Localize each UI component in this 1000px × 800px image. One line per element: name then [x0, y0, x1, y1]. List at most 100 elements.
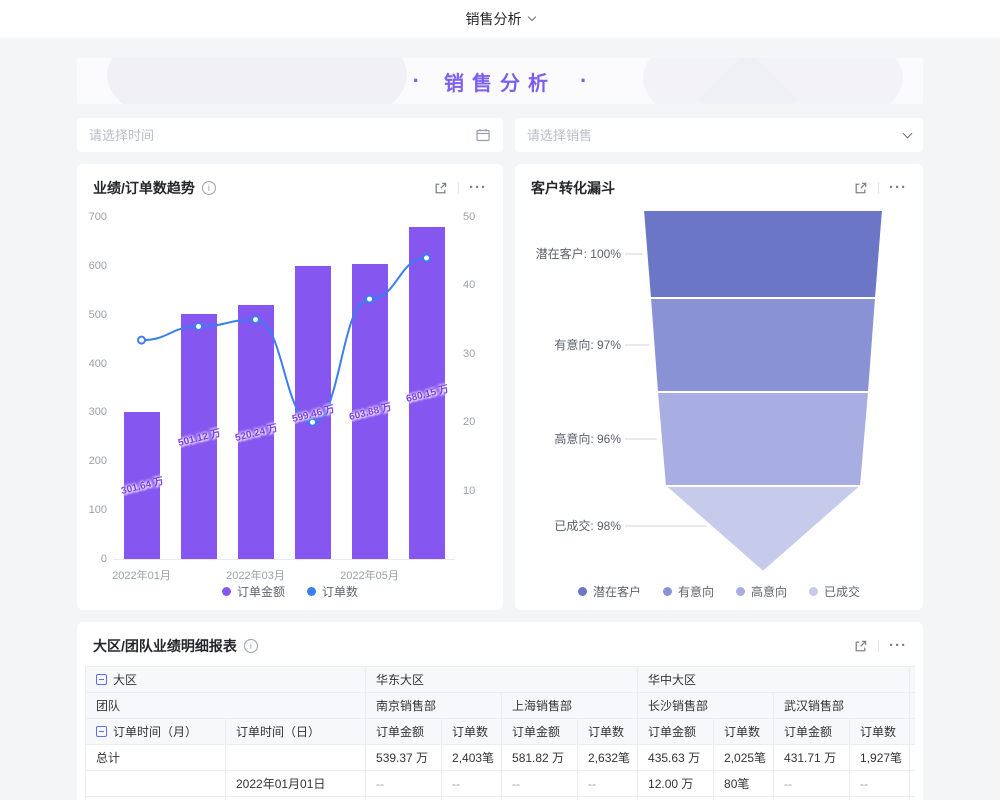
team-header: 武汉销售部 — [774, 693, 910, 719]
x-axis-tick: 2022年03月 — [206, 567, 306, 583]
trend-chart: 01002003004005006007001020304050301.64 万… — [77, 204, 503, 610]
metric-header: 订单金额 — [638, 719, 714, 745]
value-cell: -- — [850, 797, 910, 800]
info-icon[interactable] — [202, 181, 216, 195]
line-path — [142, 258, 427, 422]
info-icon[interactable] — [244, 639, 258, 653]
funnel-segment[interactable] — [643, 210, 883, 298]
value-cell: 12.00 万 — [638, 771, 714, 797]
value-cell: -- — [578, 797, 638, 800]
legend-label: 订单数 — [322, 583, 358, 600]
divider — [878, 182, 879, 194]
team-corner-cell: 团队 — [86, 693, 366, 719]
line-marker — [195, 323, 202, 330]
value-cell: 486.07 万 — [910, 745, 915, 771]
table-card-title: 大区/团队业绩明细报表 — [93, 636, 237, 656]
table-card-header: 大区/团队业绩明细报表 — [77, 622, 923, 656]
export-icon[interactable] — [853, 639, 868, 654]
legend-dot — [307, 587, 316, 596]
value-cell: -- — [502, 771, 578, 797]
month-corner-cell: 订单时间（月） — [86, 719, 226, 745]
x-axis-tick: 2022年05月 — [320, 567, 420, 583]
card-actions — [853, 181, 907, 196]
region-header: 华东大区 — [366, 667, 638, 693]
value-cell: 581.82 万 — [502, 745, 578, 771]
legend-label: 订单金额 — [237, 583, 285, 600]
metric-header: 订单数 — [850, 719, 910, 745]
collapse-icon[interactable] — [96, 674, 107, 685]
collapse-icon[interactable] — [96, 726, 107, 737]
legend-item[interactable]: 有意向 — [663, 583, 714, 600]
metric-header: 订单金额 — [910, 719, 915, 745]
topbar: 销售分析 — [0, 0, 1000, 38]
table-row: 2022年01月02日--------22.05 万90笔------ — [86, 797, 916, 800]
banner-dot: · — [580, 68, 587, 94]
metric-header: 订单金额 — [366, 719, 442, 745]
value-cell: 11.07 万 — [910, 771, 915, 797]
value-cell: 22.05 万 — [638, 797, 714, 800]
value-cell: -- — [442, 771, 502, 797]
more-icon[interactable] — [889, 183, 907, 193]
more-icon[interactable] — [469, 183, 487, 193]
funnel-stage-label: 已成交: 98% — [554, 518, 621, 533]
topbar-title: 销售分析 — [466, 9, 522, 29]
legend-item[interactable]: 订单数 — [307, 583, 358, 600]
region-header: 华北大区 — [910, 667, 915, 693]
region-corner-cell: 大区 — [86, 667, 366, 693]
divider — [458, 182, 459, 194]
legend-label: 有意向 — [678, 583, 714, 600]
region-header-row: 大区华东大区华中大区华北大区 — [86, 667, 916, 693]
legend-item[interactable]: 已成交 — [809, 583, 860, 600]
metric-header: 订单数 — [578, 719, 638, 745]
chevron-down-icon — [527, 13, 535, 21]
time-filter[interactable] — [77, 118, 503, 152]
region-header: 华中大区 — [638, 667, 910, 693]
legend-dot — [809, 587, 818, 596]
dashboard-switcher[interactable]: 销售分析 — [466, 9, 535, 29]
metric-header: 订单金额 — [774, 719, 850, 745]
legend-label: 高意向 — [751, 583, 787, 600]
funnel-svg: 潜在客户: 100%有意向: 97%高意向: 96%已成交: 98% — [531, 204, 907, 580]
export-icon[interactable] — [853, 181, 868, 196]
value-cell: 431.71 万 — [774, 745, 850, 771]
funnel-legend: 潜在客户 有意向 高意向 已成交 — [515, 583, 923, 600]
line-marker — [138, 337, 145, 344]
value-cell: -- — [910, 797, 915, 800]
month-cell — [86, 771, 226, 797]
export-icon[interactable] — [433, 181, 448, 196]
trend-card-header: 业绩/订单数趋势 — [77, 164, 503, 198]
pivot-table: 大区华东大区华中大区华北大区团队南京销售部上海销售部长沙销售部武汉销售部青岛销售… — [85, 666, 915, 800]
metric-header: 订单数 — [442, 719, 502, 745]
funnel-segment[interactable] — [657, 392, 869, 486]
page-title: 销售分析 — [444, 67, 556, 96]
legend-item[interactable]: 订单金额 — [222, 583, 285, 600]
table-row: 2022年01月01日--------12.00 万80笔----11.07 万 — [86, 771, 916, 797]
calendar-icon — [475, 127, 491, 143]
banner: · 销售分析 · — [77, 58, 923, 104]
legend-item[interactable]: 潜在客户 — [578, 583, 641, 600]
month-cell — [86, 797, 226, 800]
team-header: 长沙销售部 — [638, 693, 774, 719]
time-filter-input[interactable] — [89, 128, 475, 143]
metric-header: 订单金额 — [502, 719, 578, 745]
value-cell: -- — [366, 797, 442, 800]
value-cell: -- — [578, 771, 638, 797]
table-row: 总计539.37 万2,403笔581.82 万2,632笔435.63 万2,… — [86, 745, 916, 771]
funnel-segment[interactable] — [665, 486, 861, 572]
legend-dot — [663, 587, 672, 596]
legend-item[interactable]: 高意向 — [736, 583, 787, 600]
divider — [878, 640, 879, 652]
value-cell: -- — [850, 771, 910, 797]
value-cell: -- — [442, 797, 502, 800]
trend-card-title: 业绩/订单数趋势 — [93, 178, 195, 198]
sales-filter[interactable] — [515, 118, 923, 152]
team-header: 青岛销售部 — [910, 693, 915, 719]
sales-filter-input[interactable] — [527, 128, 904, 143]
value-cell: -- — [774, 771, 850, 797]
funnel-segment[interactable] — [650, 298, 876, 392]
value-cell: 1,927笔 — [850, 745, 910, 771]
funnel-card-header: 客户转化漏斗 — [515, 164, 923, 198]
more-icon[interactable] — [889, 641, 907, 651]
legend-label: 已成交 — [824, 583, 860, 600]
banner-dot: · — [413, 68, 420, 94]
